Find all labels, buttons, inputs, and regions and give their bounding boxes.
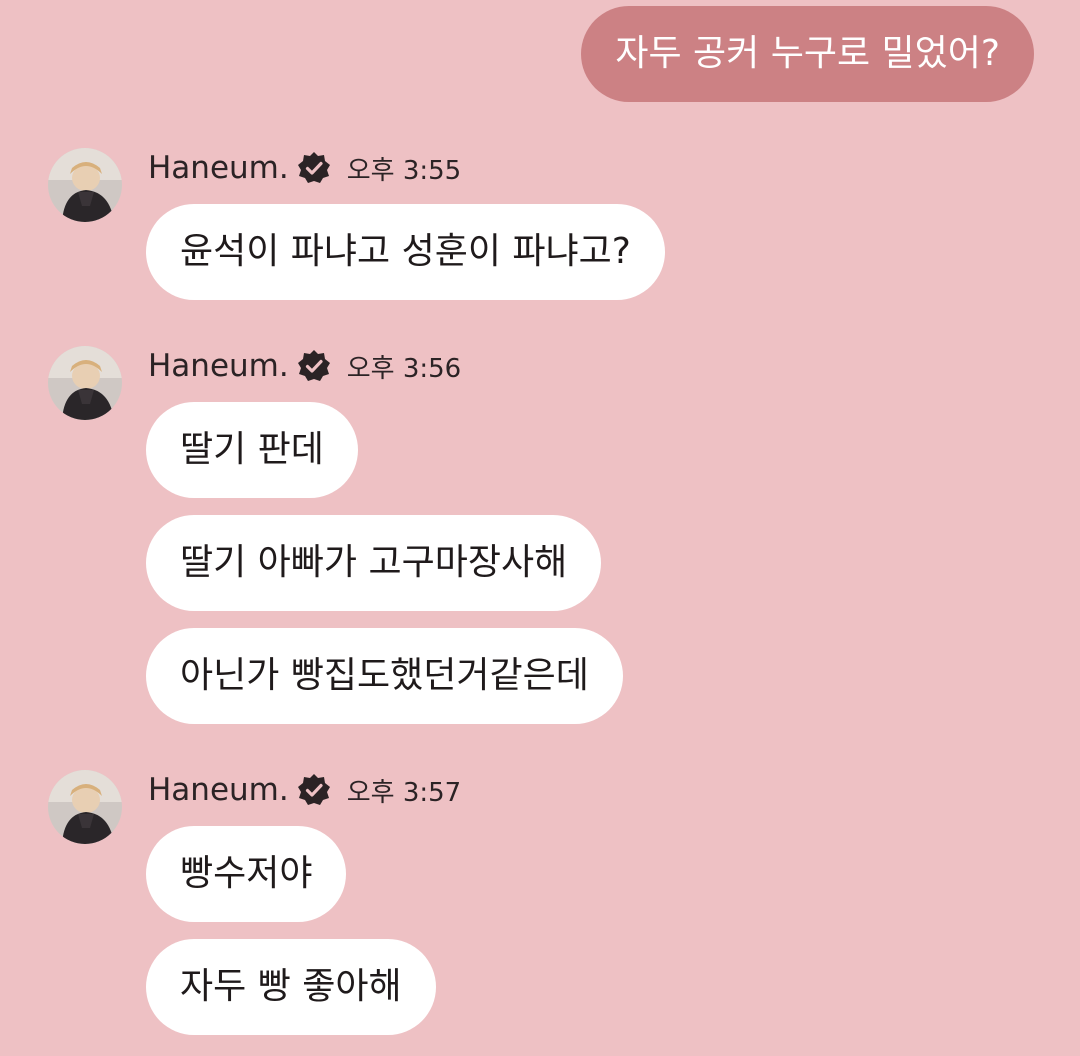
message-text: 빵수저야 bbox=[180, 853, 313, 894]
sender-name[interactable]: Haneum. bbox=[148, 150, 289, 186]
verified-badge-icon bbox=[297, 151, 331, 185]
incoming-message-bubble[interactable]: 윤석이 파냐고 성훈이 파냐고? bbox=[146, 204, 665, 300]
sender-name[interactable]: Haneum. bbox=[148, 772, 289, 808]
chat-window: 자두 공커 누구로 밀었어? Haneum. 오후 3:55 윤석이 파냐고 성… bbox=[0, 0, 1080, 1056]
message-header: Haneum. 오후 3:56 bbox=[148, 346, 461, 386]
outgoing-message-bubble[interactable]: 자두 공커 누구로 밀었어? bbox=[581, 6, 1034, 102]
message-text: 딸기 판데 bbox=[180, 429, 324, 470]
incoming-message-bubble[interactable]: 빵수저야 bbox=[146, 826, 347, 922]
verified-badge-icon bbox=[297, 773, 331, 807]
message-text: 윤석이 파냐고 성훈이 파냐고? bbox=[180, 231, 631, 272]
message-header: Haneum. 오후 3:55 bbox=[148, 148, 461, 188]
message-timestamp: 오후 3:55 bbox=[346, 155, 462, 186]
message-text: 아닌가 빵집도했던거같은데 bbox=[180, 655, 589, 696]
sender-name[interactable]: Haneum. bbox=[148, 348, 289, 384]
message-timestamp: 오후 3:56 bbox=[346, 353, 462, 384]
incoming-message-bubble[interactable]: 자두 빵 좋아해 bbox=[146, 939, 436, 1035]
verified-badge-icon bbox=[297, 349, 331, 383]
incoming-message-bubble[interactable]: 딸기 판데 bbox=[146, 402, 358, 498]
message-header: Haneum. 오후 3:57 bbox=[148, 770, 461, 810]
message-timestamp: 오후 3:57 bbox=[346, 777, 462, 808]
avatar[interactable] bbox=[48, 770, 122, 844]
incoming-message-bubble[interactable]: 딸기 아빠가 고구마장사해 bbox=[146, 515, 602, 611]
avatar[interactable] bbox=[48, 346, 122, 420]
incoming-message-bubble[interactable]: 아닌가 빵집도했던거같은데 bbox=[146, 628, 623, 724]
avatar[interactable] bbox=[48, 148, 122, 222]
outgoing-message-text: 자두 공커 누구로 밀었어? bbox=[615, 33, 1000, 74]
message-text: 딸기 아빠가 고구마장사해 bbox=[180, 542, 568, 583]
message-text: 자두 빵 좋아해 bbox=[180, 966, 402, 1007]
